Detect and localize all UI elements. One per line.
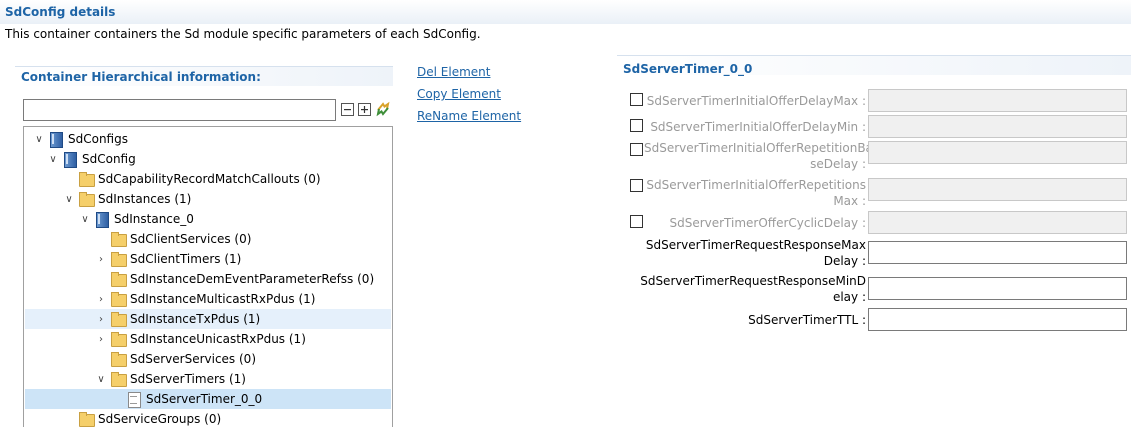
field-label-line: Max :	[833, 194, 866, 208]
folder-icon	[78, 411, 95, 427]
folder-icon	[110, 311, 127, 327]
initial-offer-delay-min-input[interactable]	[868, 115, 1127, 138]
tree-filter-input[interactable]	[23, 99, 336, 121]
tree-item-sdconfigs[interactable]: ∨ SdConfigs	[25, 129, 391, 149]
folder-icon	[110, 331, 127, 347]
container-hierarchy-title: Container Hierarchical information:	[21, 70, 261, 84]
tree-item-sdclienttimers[interactable]: › SdClientTimers (1)	[25, 249, 391, 269]
chevron-down-icon[interactable]: ∨	[95, 373, 107, 385]
element-title: SdServerTimer_0_0	[623, 62, 753, 76]
tree-item-label: SdServerTimer_0_0	[146, 392, 263, 406]
tree-item-label: SdConfigs	[68, 132, 128, 146]
folder-icon	[110, 351, 127, 367]
tree-item-sdservicegroups[interactable]: SdServiceGroups (0)	[25, 409, 391, 427]
config-icon	[48, 131, 64, 148]
tree-item-label: SdInstanceMulticastRxPdus (1)	[130, 292, 316, 306]
config-icon	[94, 211, 110, 228]
tree-item-sdinstancetxpdus[interactable]: › SdInstanceTxPdus (1)	[25, 309, 391, 329]
tree-item-label: SdInstanceDemEventParameterRefss (0)	[130, 272, 375, 286]
field-label-line: seDelay :	[810, 157, 866, 171]
tree-item-sdserverservices[interactable]: SdServerServices (0)	[25, 349, 391, 369]
tree-item-sdclientservices[interactable]: SdClientServices (0)	[25, 229, 391, 249]
collapse-all-icon[interactable]	[341, 103, 354, 116]
enable-checkbox[interactable]	[630, 143, 643, 156]
field-label-line: SdServerTimerInitialOfferRepetitionBa	[644, 141, 873, 155]
folder-icon	[78, 171, 95, 187]
chevron-right-icon[interactable]: ›	[95, 313, 107, 325]
expand-all-icon[interactable]	[358, 103, 371, 116]
field-label-line: SdServerTimerRequestResponseMinD	[640, 274, 866, 288]
tree-item-sdconfig[interactable]: ∨ SdConfig	[25, 149, 391, 169]
folder-icon	[110, 271, 127, 287]
page-description: This container containers the Sd module …	[5, 27, 481, 41]
request-response-max-delay-input[interactable]	[868, 241, 1127, 264]
chevron-down-icon[interactable]: ∨	[63, 193, 75, 205]
rename-element-link[interactable]: ReName Element	[417, 109, 521, 123]
field-label: SdServerTimerInitialOfferRepetitions Max…	[644, 177, 866, 209]
chevron-down-icon[interactable]: ∨	[79, 213, 91, 225]
tree-item-label: SdConfig	[82, 152, 136, 166]
folder-icon	[110, 371, 127, 387]
initial-offer-repetition-base-delay-input[interactable]	[868, 141, 1127, 164]
field-label-line: elay :	[832, 290, 866, 304]
folder-icon	[110, 231, 127, 247]
offer-cyclic-delay-input[interactable]	[868, 211, 1127, 234]
field-label-line: SdServerTimerRequestResponseMax	[645, 238, 866, 252]
field-label-line: Delay :	[823, 254, 866, 268]
field-label: SdServerTimerInitialOfferDelayMax :	[646, 94, 866, 108]
ttl-input[interactable]	[868, 308, 1127, 331]
tree-item-sdservertimer-0-0[interactable]: SdServerTimer_0_0	[25, 389, 391, 409]
initial-offer-repetitions-max-input[interactable]	[868, 178, 1127, 201]
tree-item-label: SdServiceGroups (0)	[98, 412, 222, 426]
chevron-right-icon[interactable]: ›	[95, 253, 107, 265]
chevron-down-icon[interactable]: ∨	[33, 133, 45, 145]
tree-item-sdservertimers[interactable]: ∨ SdServerTimers (1)	[25, 369, 391, 389]
folder-icon	[78, 191, 95, 207]
field-label: SdServerTimerTTL :	[748, 313, 866, 327]
tree-item-label: SdClientServices (0)	[130, 232, 252, 246]
tree-item-sdinstancemulticastrxpdus[interactable]: › SdInstanceMulticastRxPdus (1)	[25, 289, 391, 309]
sync-icon[interactable]	[375, 101, 391, 117]
field-label: SdServerTimerRequestResponseMinD elay :	[640, 273, 866, 305]
field-label: SdServerTimerOfferCyclicDelay :	[669, 216, 866, 230]
config-icon	[62, 151, 78, 168]
tree-item-label: SdServerServices (0)	[130, 352, 256, 366]
document-icon	[126, 391, 142, 408]
initial-offer-delay-max-input[interactable]	[868, 89, 1127, 112]
header-band	[0, 0, 1131, 24]
del-element-link[interactable]: Del Element	[417, 65, 490, 79]
chevron-right-icon[interactable]: ›	[95, 293, 107, 305]
request-response-min-delay-input[interactable]	[868, 277, 1127, 300]
tree-item-label: SdInstanceTxPdus (1)	[130, 312, 261, 326]
chevron-right-icon[interactable]: ›	[95, 333, 107, 345]
tree-item-sdcapabilityrecordmatchcallouts[interactable]: SdCapabilityRecordMatchCallouts (0)	[25, 169, 391, 189]
field-label: SdServerTimerRequestResponseMax Delay :	[640, 237, 866, 269]
tree-item-sdinstance-0[interactable]: ∨ SdInstance_0	[25, 209, 391, 229]
page-title: SdConfig details	[5, 5, 116, 19]
folder-icon	[110, 291, 127, 307]
copy-element-link[interactable]: Copy Element	[417, 87, 501, 101]
tree-item-label: SdClientTimers (1)	[130, 252, 242, 266]
tree-item-label: SdCapabilityRecordMatchCallouts (0)	[98, 172, 321, 186]
field-label: SdServerTimerInitialOfferRepetitionBa se…	[644, 140, 873, 172]
tree-item-label: SdServerTimers (1)	[130, 372, 246, 386]
container-tree[interactable]: ∨ SdConfigs ∨ SdConfig SdCapabilityRecor…	[23, 126, 393, 427]
tree-item-label: SdInstanceUnicastRxPdus (1)	[130, 332, 306, 346]
tree-item-sdinstancedemeventparameterrefss[interactable]: SdInstanceDemEventParameterRefss (0)	[25, 269, 391, 289]
enable-checkbox[interactable]	[630, 179, 643, 192]
tree-item-label: SdInstance_0	[114, 212, 194, 226]
field-label: SdServerTimerInitialOfferDelayMin :	[650, 120, 866, 134]
tree-item-sdinstanceunicastrxpdus[interactable]: › SdInstanceUnicastRxPdus (1)	[25, 329, 391, 349]
chevron-down-icon[interactable]: ∨	[47, 153, 59, 165]
tree-item-sdinstances[interactable]: ∨ SdInstances (1)	[25, 189, 391, 209]
folder-icon	[110, 251, 127, 267]
tree-item-label: SdInstances (1)	[98, 192, 192, 206]
field-label-line: SdServerTimerInitialOfferRepetitions	[646, 178, 866, 192]
